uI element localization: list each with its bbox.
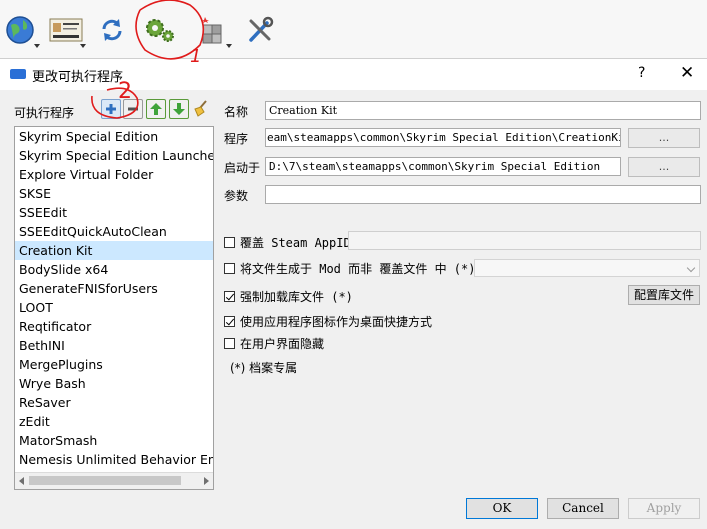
override-steam-appid-checkbox[interactable] xyxy=(224,237,235,248)
list-item[interactable]: Reqtificator xyxy=(15,317,213,336)
dialog-title-bar: 更改可执行程序 ? ✕ xyxy=(0,59,707,90)
force-load-libraries-option[interactable]: 强制加载库文件 (*) xyxy=(224,288,353,305)
browse-program-button[interactable]: ... xyxy=(628,128,700,148)
main-toolbar xyxy=(0,0,707,59)
scroll-left-icon[interactable] xyxy=(19,477,24,485)
start-in-label: 启动于 xyxy=(224,161,261,175)
list-item[interactable]: zEdit xyxy=(15,412,213,431)
override-steam-appid-option[interactable]: 覆盖 Steam AppID xyxy=(224,234,351,251)
override-steam-appid-label: 覆盖 Steam AppID xyxy=(240,236,351,250)
mod-output-select[interactable] xyxy=(474,259,700,277)
plugin-icon xyxy=(202,17,222,44)
executables-list[interactable]: Skyrim Special Edition Skyrim Special Edi… xyxy=(14,126,214,490)
minus-icon xyxy=(128,107,138,111)
arrow-up-icon xyxy=(150,103,162,115)
list-item[interactable]: LOOT xyxy=(15,298,213,317)
dropdown-arrow-icon xyxy=(226,44,232,48)
arguments-label: 参数 xyxy=(224,189,249,203)
edit-executables-dialog: 更改可执行程序 ? ✕ 可执行程序 Skyrim Special Edition… xyxy=(0,58,707,529)
configure-libraries-button[interactable]: 配置库文件 xyxy=(628,285,700,305)
list-item[interactable]: MergePlugins xyxy=(15,355,213,374)
plus-icon xyxy=(106,104,116,114)
force-load-libraries-label: 强制加载库文件 (*) xyxy=(240,290,353,304)
use-app-icon-option[interactable]: 使用应用程序图标作为桌面快捷方式 xyxy=(224,313,432,330)
help-button[interactable]: ? xyxy=(638,65,645,81)
hide-in-ui-option[interactable]: 在用户界面隐藏 xyxy=(224,335,324,352)
remove-executable-button[interactable] xyxy=(123,99,143,119)
move-down-button[interactable] xyxy=(169,99,189,119)
executables-list-label: 可执行程序 xyxy=(14,106,75,120)
mod-output-label: 将文件生成于 Mod 而非 覆盖文件 中 (*) xyxy=(240,262,476,276)
refresh-icon xyxy=(102,19,122,41)
close-button[interactable]: ✕ xyxy=(680,63,694,83)
hide-in-ui-checkbox[interactable] xyxy=(224,338,235,349)
mod-output-checkbox[interactable] xyxy=(224,263,235,274)
chevron-down-icon xyxy=(686,263,696,273)
list-item[interactable]: MatorSmash xyxy=(15,431,213,450)
list-item[interactable]: Skyrim Special Edition Launcher xyxy=(15,146,213,165)
horizontal-scrollbar[interactable] xyxy=(15,472,213,489)
list-item[interactable]: BodySlide x64 xyxy=(15,260,213,279)
name-label: 名称 xyxy=(224,105,249,119)
broom-icon xyxy=(194,100,207,117)
settings-button[interactable] xyxy=(139,10,179,50)
steam-appid-input[interactable] xyxy=(348,231,701,250)
profile-specific-note: (*) 档案专属 xyxy=(230,361,298,375)
list-item[interactable]: ReSaver xyxy=(15,393,213,412)
add-executable-button[interactable] xyxy=(101,99,121,119)
list-item[interactable]: SSEEdit xyxy=(15,203,213,222)
arrow-down-icon xyxy=(173,103,185,115)
mod-output-option[interactable]: 将文件生成于 Mod 而非 覆盖文件 中 (*) xyxy=(224,260,475,277)
browse-start-in-button[interactable]: ... xyxy=(628,157,700,177)
tools-button[interactable] xyxy=(240,10,280,50)
apply-button[interactable]: Apply xyxy=(628,498,700,519)
move-up-button[interactable] xyxy=(146,99,166,119)
plugin-button[interactable] xyxy=(192,10,232,50)
dropdown-arrow-icon xyxy=(80,44,86,48)
hide-in-ui-label: 在用户界面隐藏 xyxy=(240,337,325,351)
scroll-right-icon[interactable] xyxy=(204,477,209,485)
list-item[interactable]: SSEEditQuickAutoClean xyxy=(15,222,213,241)
arguments-input[interactable] xyxy=(265,185,701,204)
scrollbar-thumb[interactable] xyxy=(29,476,181,485)
profile-card-icon xyxy=(49,18,83,42)
list-item[interactable]: Wrye Bash xyxy=(15,374,213,393)
list-item[interactable]: BethINI xyxy=(15,336,213,355)
ok-button[interactable]: OK xyxy=(466,498,538,519)
dialog-title: 更改可执行程序 xyxy=(32,70,124,85)
dropdown-arrow-icon xyxy=(34,44,40,48)
tools-icon xyxy=(249,16,274,42)
use-app-icon-label: 使用应用程序图标作为桌面快捷方式 xyxy=(240,315,433,329)
program-label: 程序 xyxy=(224,132,249,146)
use-app-icon-checkbox[interactable] xyxy=(224,316,235,327)
clear-list-button[interactable] xyxy=(192,99,210,117)
globe-icon xyxy=(6,16,34,44)
list-item[interactable]: Nemesis Unlimited Behavior Engine xyxy=(15,450,213,469)
app-icon xyxy=(10,69,26,79)
start-in-input[interactable]: D:\7\steam\steamapps\common\Skyrim Speci… xyxy=(265,157,621,176)
gear-icon xyxy=(146,19,174,42)
name-input[interactable]: Creation Kit xyxy=(265,101,701,120)
list-item[interactable]: SKSE xyxy=(15,184,213,203)
refresh-button[interactable] xyxy=(92,10,132,50)
force-load-libraries-checkbox[interactable] xyxy=(224,291,235,302)
list-item[interactable]: GenerateFNISforUsers xyxy=(15,279,213,298)
profile-button[interactable] xyxy=(46,10,86,50)
cancel-button[interactable]: Cancel xyxy=(547,498,619,519)
list-item[interactable]: Skyrim Special Edition xyxy=(15,127,213,146)
list-item[interactable]: Explore Virtual Folder xyxy=(15,165,213,184)
list-item[interactable]: Creation Kit xyxy=(15,241,213,260)
program-input[interactable]: eam\steamapps\common\Skyrim Special Edit… xyxy=(265,128,621,147)
globe-button[interactable] xyxy=(0,10,40,50)
